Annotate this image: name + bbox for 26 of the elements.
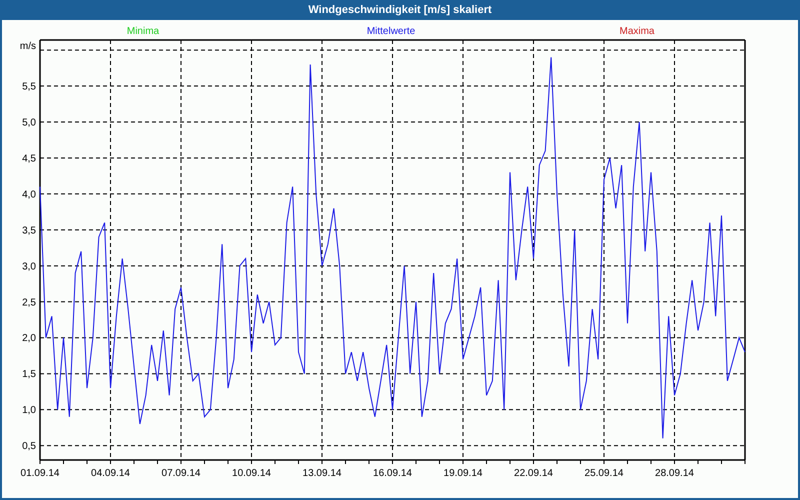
legend-label: Minima: [126, 26, 160, 37]
y-axis-label: 5,5: [22, 82, 36, 93]
x-axis-label: 22.09.14: [514, 468, 553, 479]
x-axis-label: 01.09.14: [20, 468, 60, 479]
x-axis-label: 10.09.14: [232, 468, 271, 479]
x-axis-label: 25.09.14: [584, 468, 624, 479]
y-axis-label: 4,0: [22, 189, 36, 200]
y-axis-label: 4,5: [22, 153, 36, 164]
y-axis-label: 0,5: [22, 441, 36, 452]
x-axis-label: 28.09.14: [655, 468, 694, 479]
x-axis-label: 13.09.14: [302, 468, 342, 479]
x-axis-label: 07.09.14: [162, 468, 200, 479]
x-axis-label: 19.09.14: [444, 468, 482, 479]
y-axis-label: 1,5: [22, 369, 36, 380]
y-axis-label: 3,0: [22, 261, 36, 272]
x-axis-label: 16.09.14: [373, 468, 412, 479]
x-axis-label: 04.09.14: [91, 468, 130, 479]
y-axis-label: 2,5: [22, 297, 36, 308]
y-axis-label: 5,0: [22, 117, 36, 128]
y-axis-unit: m/s: [20, 41, 36, 52]
window-title: Windgeschwindigkeit [m/s] skaliert: [308, 2, 492, 18]
legend-label: Mittelwerte: [366, 26, 416, 37]
y-axis-label: 2,0: [22, 333, 36, 344]
y-axis-label: 3,5: [22, 225, 36, 236]
y-axis-label: 1,0: [22, 405, 36, 416]
legend-label: Maxima: [620, 26, 654, 37]
